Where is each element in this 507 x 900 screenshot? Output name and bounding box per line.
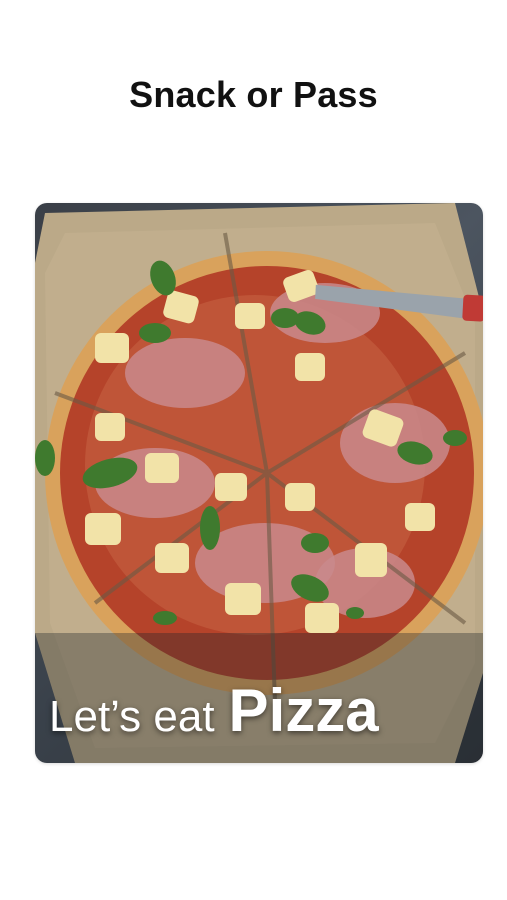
caption-food-name: Pizza <box>228 677 379 744</box>
food-card[interactable]: Let’s eat Pizza <box>35 203 483 763</box>
caption-lead: Let’s eat <box>49 692 215 741</box>
page-title: Snack or Pass <box>129 74 378 115</box>
card-caption: Let’s eat Pizza <box>49 676 379 745</box>
